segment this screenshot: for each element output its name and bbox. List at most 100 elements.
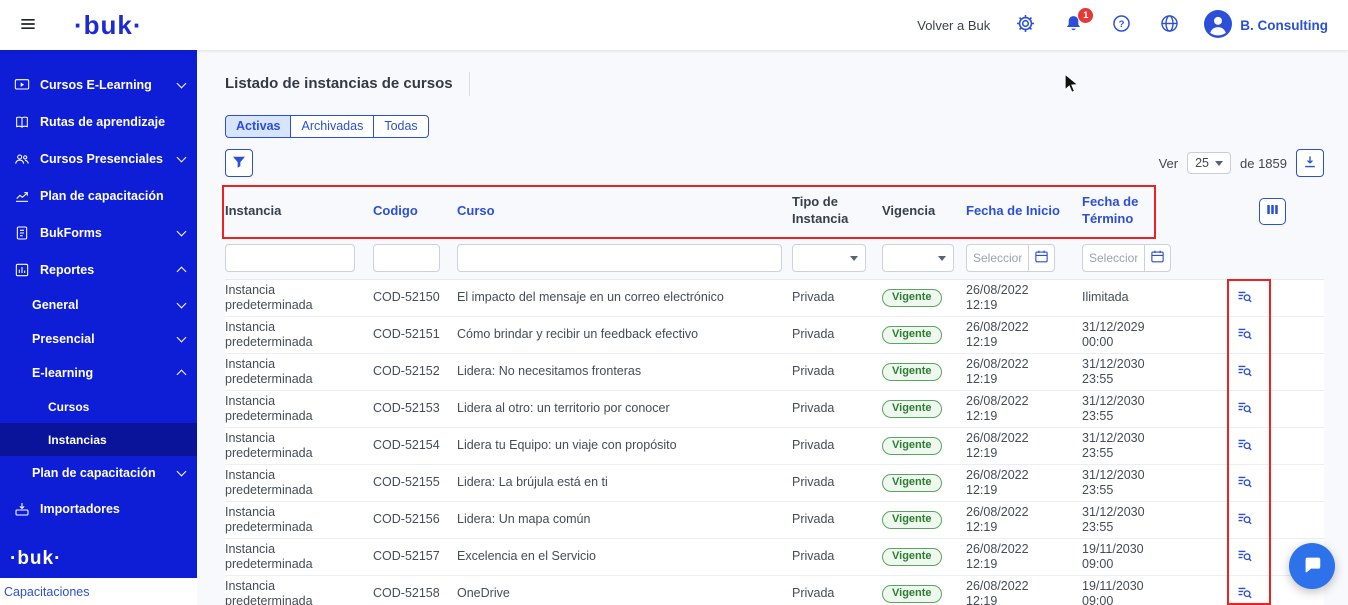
capacitaciones-label: Capacitaciones <box>0 585 89 599</box>
routes-icon <box>14 113 31 130</box>
cell-codigo: COD-52158 <box>373 586 457 601</box>
sidebar-item-plan-de-capacitacion[interactable]: Plan de capacitación <box>0 456 197 490</box>
sidebar-item-cursos-e-learning[interactable]: Cursos E-Learning <box>0 66 197 103</box>
filter-fecha-inicio-input[interactable] <box>966 244 1028 272</box>
cell-instancia: Instancia predeterminada <box>225 431 373 462</box>
sidebar-item-rutas-de-aprendizaje[interactable]: Rutas de aprendizaje <box>0 103 197 140</box>
page-title: Listado de instancias de cursos <box>225 75 453 92</box>
globe-icon <box>1159 13 1180 37</box>
table-row[interactable]: Instancia predeterminada COD-52156 Lider… <box>225 502 1324 539</box>
cell-instancia: Instancia predeterminada <box>225 394 373 425</box>
tab-archivadas[interactable]: Archivadas <box>290 115 374 138</box>
table-row[interactable]: Instancia predeterminada COD-52151 Cómo … <box>225 317 1324 354</box>
cell-vigencia: Vigente <box>882 289 966 307</box>
sidebar-item-general[interactable]: General <box>0 288 197 322</box>
view-instance-details-button[interactable] <box>1231 581 1257 605</box>
cell-actions <box>1174 470 1324 496</box>
view-instance-details-button[interactable] <box>1231 359 1257 385</box>
filter-curso-input[interactable] <box>457 244 782 272</box>
cell-curso: OneDrive <box>457 586 792 601</box>
list-search-icon <box>1236 510 1253 530</box>
help-button[interactable]: ? <box>1108 12 1134 38</box>
column-header-curso[interactable]: Curso <box>457 203 792 220</box>
cell-tipo-instancia: Privada <box>792 438 882 453</box>
cell-fecha-termino: Ilimitada <box>1082 290 1174 305</box>
language-button[interactable] <box>1156 12 1182 38</box>
user-menu-button[interactable]: B. Consulting <box>1204 10 1328 41</box>
download-button[interactable] <box>1296 149 1324 177</box>
page-size-select[interactable]: 25 <box>1187 152 1231 174</box>
table-row[interactable]: Instancia predeterminada COD-52158 OneDr… <box>225 576 1324 605</box>
hamburger-menu-button[interactable] <box>8 7 48 43</box>
list-search-icon <box>1236 547 1253 567</box>
chat-widget-button[interactable] <box>1289 543 1335 589</box>
filter-tipo-select[interactable] <box>792 244 866 272</box>
table-row[interactable]: Instancia predeterminada COD-52152 Lider… <box>225 354 1324 391</box>
cell-vigencia: Vigente <box>882 437 966 455</box>
tab-activas[interactable]: Activas <box>225 115 291 138</box>
chevron-down-icon <box>177 152 187 162</box>
sidebar-item-cursos-presenciales[interactable]: Cursos Presenciales <box>0 140 197 177</box>
column-header-tipo-de-instancia: Tipo de Instancia <box>792 194 882 228</box>
cell-vigencia: Vigente <box>882 474 966 492</box>
chevron-up-icon <box>177 370 187 380</box>
filter-codigo-input[interactable] <box>373 244 440 272</box>
cell-instancia: Instancia predeterminada <box>225 505 373 536</box>
view-instance-details-button[interactable] <box>1231 544 1257 570</box>
sidebar-item-e-learning[interactable]: E-learning <box>0 356 197 390</box>
sidebar-item-bukforms[interactable]: BukForms <box>0 214 197 251</box>
cell-fecha-inicio: 26/08/2022 12:19 <box>966 394 1082 425</box>
vigente-badge: Vigente <box>882 474 942 492</box>
import-icon <box>14 500 31 517</box>
column-header-fecha-de-termino[interactable]: Fecha de Término <box>1082 194 1174 228</box>
cell-curso: Lidera: No necesitamos fronteras <box>457 364 792 379</box>
table-row[interactable]: Instancia predeterminada COD-52153 Lider… <box>225 391 1324 428</box>
cell-fecha-termino: 19/11/2030 09:00 <box>1082 542 1174 573</box>
fecha-termino-calendar-button[interactable] <box>1144 244 1171 272</box>
sidebar-item-presencial[interactable]: Presencial <box>0 322 197 356</box>
column-header-codigo[interactable]: Codigo <box>373 203 457 220</box>
sidebar-item-cursos[interactable]: Cursos <box>0 390 197 423</box>
cell-vigencia: Vigente <box>882 363 966 381</box>
view-instance-details-button[interactable] <box>1231 396 1257 422</box>
cell-vigencia: Vigente <box>882 585 966 603</box>
list-search-icon <box>1236 325 1253 345</box>
sidebar-item-plan-de-capacitacion[interactable]: Plan de capacitación <box>0 177 197 214</box>
chevron-down-icon <box>938 256 946 261</box>
view-instance-details-button[interactable] <box>1231 433 1257 459</box>
sidebar-item-reportes[interactable]: Reportes <box>0 251 197 288</box>
calendar-icon <box>1150 249 1165 267</box>
list-search-icon <box>1236 288 1253 308</box>
table-row[interactable]: Instancia predeterminada COD-52157 Excel… <box>225 539 1324 576</box>
table-row[interactable]: Instancia predeterminada COD-52155 Lider… <box>225 465 1324 502</box>
filter-instancia-input[interactable] <box>225 244 355 272</box>
user-name: B. Consulting <box>1240 18 1328 33</box>
view-instance-details-button[interactable] <box>1231 285 1257 311</box>
sidebar-item-importadores[interactable]: Importadores <box>0 490 197 527</box>
filter-button[interactable] <box>225 149 253 177</box>
cell-instancia: Instancia predeterminada <box>225 468 373 499</box>
table-row[interactable]: Instancia predeterminada COD-52154 Lider… <box>225 428 1324 465</box>
chevron-up-icon <box>177 266 187 276</box>
view-instance-details-button[interactable] <box>1231 322 1257 348</box>
chevron-down-icon <box>1215 161 1223 166</box>
filter-vigencia-select[interactable] <box>882 244 954 272</box>
cell-tipo-instancia: Privada <box>792 401 882 416</box>
column-header-fecha-de-inicio[interactable]: Fecha de Inicio <box>966 203 1082 220</box>
fecha-inicio-calendar-button[interactable] <box>1028 244 1055 272</box>
volver-a-buk-link[interactable]: Volver a Buk <box>917 18 990 33</box>
view-instance-details-button[interactable] <box>1231 507 1257 533</box>
table-row[interactable]: Instancia predeterminada COD-52150 El im… <box>225 280 1324 317</box>
settings-button[interactable] <box>1012 12 1038 38</box>
column-settings-button[interactable] <box>1259 198 1286 225</box>
filter-fecha-termino-input[interactable] <box>1082 244 1144 272</box>
cell-curso: El impacto del mensaje en un correo elec… <box>457 290 792 305</box>
tab-todas[interactable]: Todas <box>373 115 428 138</box>
cell-fecha-termino: 31/12/2030 23:55 <box>1082 505 1174 536</box>
view-instance-details-button[interactable] <box>1231 470 1257 496</box>
plan-icon <box>14 187 31 204</box>
notifications-button[interactable]: 1 <box>1060 12 1086 38</box>
cell-fecha-inicio: 26/08/2022 12:19 <box>966 283 1082 314</box>
sidebar-item-instancias[interactable]: Instancias <box>0 423 197 456</box>
cell-fecha-inicio: 26/08/2022 12:19 <box>966 357 1082 388</box>
